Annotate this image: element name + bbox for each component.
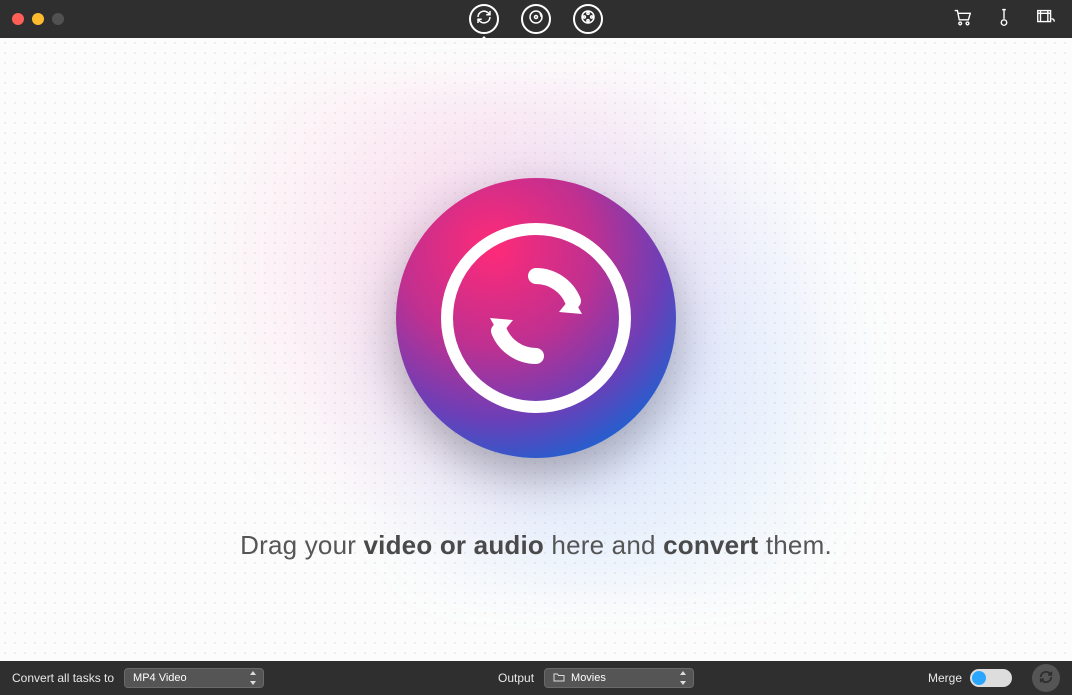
drop-hint: Drag your video or audio here and conver… — [0, 530, 1072, 561]
drop-hint-bold-1: video or audio — [364, 530, 544, 560]
drop-hint-text-2: here and — [544, 530, 663, 560]
toggle-knob — [972, 671, 986, 685]
cycle-arrows-icon — [1037, 668, 1055, 689]
tab-convert[interactable] — [469, 4, 499, 34]
hero-ring — [441, 223, 631, 413]
bottom-toolbar: Convert all tasks to MP4 Video Output Mo… — [0, 661, 1072, 695]
refresh-arrows-icon — [475, 8, 493, 31]
zoom-window-button[interactable] — [52, 13, 64, 25]
media-clip-icon — [1035, 6, 1057, 33]
titlebar — [0, 0, 1072, 38]
drop-area[interactable]: Drag your video or audio here and conver… — [0, 38, 1072, 661]
hero-badge — [396, 178, 676, 458]
output-select[interactable]: Movies — [544, 668, 694, 688]
format-select-value: MP4 Video — [133, 672, 187, 684]
merge-toggle[interactable] — [970, 669, 1012, 687]
start-convert-button[interactable] — [1032, 664, 1060, 692]
toolbar-right — [950, 7, 1072, 31]
cart-icon — [951, 6, 973, 33]
cycle-arrows-icon — [476, 256, 596, 381]
window-controls — [0, 13, 64, 25]
merge-control: Merge — [928, 669, 1012, 687]
mode-tabs — [469, 4, 603, 34]
speed-button[interactable] — [992, 7, 1016, 31]
store-button[interactable] — [950, 7, 974, 31]
folder-icon — [553, 672, 571, 685]
output-select-value: Movies — [571, 672, 606, 684]
convert-all-label: Convert all tasks to — [12, 671, 114, 685]
close-window-button[interactable] — [12, 13, 24, 25]
output-label: Output — [498, 671, 534, 685]
drop-hint-text-3: them. — [758, 530, 831, 560]
merge-label: Merge — [928, 671, 962, 685]
format-select[interactable]: MP4 Video — [124, 668, 264, 688]
drop-hint-text-1: Drag your — [240, 530, 363, 560]
thermometer-icon — [993, 6, 1015, 33]
disc-arrow-icon — [527, 8, 545, 31]
drop-hint-bold-2: convert — [663, 530, 758, 560]
tab-rip-disc[interactable] — [521, 4, 551, 34]
stepper-icon — [680, 671, 690, 685]
minimize-window-button[interactable] — [32, 13, 44, 25]
tab-toolbox[interactable] — [573, 4, 603, 34]
media-library-button[interactable] — [1034, 7, 1058, 31]
stepper-icon — [250, 671, 260, 685]
film-reel-icon — [579, 8, 597, 31]
